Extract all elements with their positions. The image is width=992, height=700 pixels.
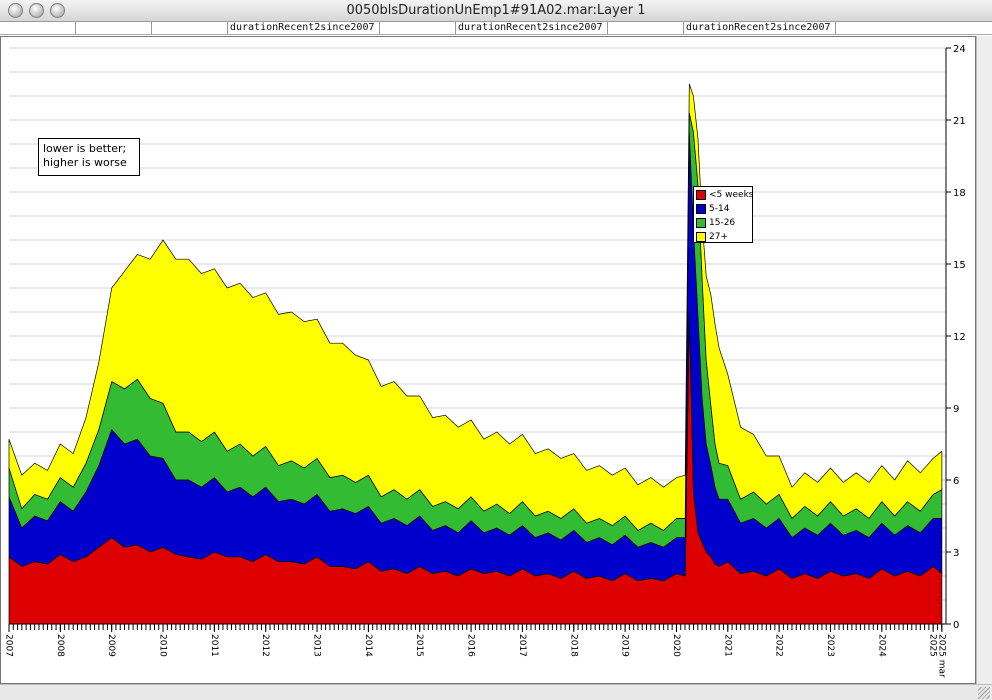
legend-swatch: [696, 189, 706, 200]
legend-label: 5-14: [709, 204, 730, 214]
x-tick-label: 2024: [876, 634, 886, 657]
x-tick-label: 2015: [414, 634, 424, 657]
x-tick-label: 2025: [928, 634, 938, 657]
x-tick-label: 2008: [55, 634, 65, 657]
x-tick-label: 2013: [312, 634, 322, 657]
y-tick-label: 6: [953, 476, 959, 487]
x-tick-label: 2023: [825, 634, 835, 657]
legend-item: 27+: [696, 230, 750, 244]
chart-legend: <5 weeks 5-14 15-26 27+: [693, 186, 753, 243]
legend-label: <5 weeks: [709, 190, 754, 200]
x-tick-label: 2025 mar: [936, 634, 946, 678]
x-tick-label: 2014: [363, 634, 373, 657]
legend-swatch: [696, 217, 706, 228]
legend-item: 15-26: [696, 216, 750, 230]
legend-label: 27+: [709, 232, 728, 242]
legend-item: 5-14: [696, 202, 750, 216]
resize-grip-icon[interactable]: [978, 687, 990, 699]
window-bottom-bar: [0, 684, 992, 700]
x-tick-label: 2021: [722, 634, 732, 657]
x-tick-label: 2009: [106, 634, 116, 657]
x-tick-label: 2007: [4, 634, 14, 657]
legend-label: 15-26: [709, 218, 736, 228]
chart-annotation: lower is better; higher is worse: [38, 138, 140, 176]
y-tick-label: 21: [953, 116, 966, 127]
x-tick-label: 2016: [466, 634, 476, 657]
legend-swatch: [696, 203, 706, 214]
legend-item: <5 weeks: [696, 188, 754, 202]
annotation-line-2: higher is worse: [43, 156, 127, 169]
annotation-line-1: lower is better;: [43, 142, 127, 155]
x-tick-label: 2012: [260, 634, 270, 657]
x-tick-label: 2010: [158, 634, 168, 657]
x-tick-label: 2020: [671, 634, 681, 657]
x-tick-label: 2017: [517, 634, 527, 657]
stacked-area-chart: 0 3 6 9 12 15 18 21 24 2007 2008 2009 2010 2011 2012 20…: [4, 44, 966, 678]
y-tick-label: 18: [953, 188, 966, 199]
y-tick-label: 3: [953, 548, 959, 559]
legend-swatch: [696, 231, 706, 242]
x-tick-label: 2022: [774, 634, 784, 657]
y-tick-label: 12: [953, 332, 966, 343]
y-tick-label: 15: [953, 260, 966, 271]
x-tick-label: 2018: [568, 634, 578, 657]
y-tick-label: 0: [953, 620, 959, 631]
y-tick-label: 24: [953, 44, 966, 55]
x-tick-label: 2011: [209, 634, 219, 657]
y-tick-label: 9: [953, 404, 959, 415]
x-tick-label: 2019: [620, 634, 630, 657]
